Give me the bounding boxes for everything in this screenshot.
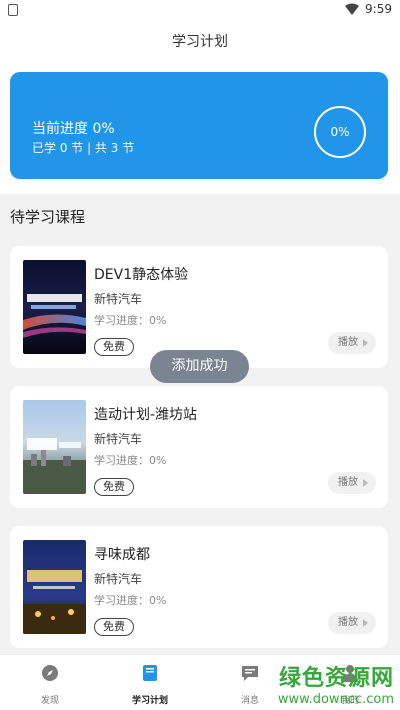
chat-icon <box>242 666 258 681</box>
course-thumbnail <box>23 260 86 354</box>
progress-card: 当前进度 0% 已学 0 节 | 共 3 节 0% <box>10 72 388 179</box>
progress-ring-label: 0% <box>330 125 350 139</box>
play-icon <box>363 619 368 627</box>
play-label: 播放 <box>338 337 358 348</box>
progress-area: 当前进度 0% 已学 0 节 | 共 3 节 0% <box>0 62 400 194</box>
play-button[interactable]: 播放 <box>328 332 376 354</box>
course-author: 新特汽车 <box>94 292 143 306</box>
book-icon <box>143 665 157 681</box>
tab-label: 学习计划 <box>131 696 168 706</box>
play-label: 播放 <box>338 617 358 628</box>
play-label: 播放 <box>338 477 358 488</box>
status-bar: 9:59 <box>0 0 400 22</box>
course-card[interactable]: 寻味成都 新特汽车 学习进度：0% 免费 播放 <box>10 526 388 648</box>
course-author: 新特汽车 <box>94 572 143 586</box>
wifi-icon <box>345 3 360 15</box>
course-progress: 学习进度：0% <box>94 454 167 467</box>
watermark: 绿色资源网 www.downcc.com <box>278 660 394 707</box>
lessons-summary: 已学 0 节 | 共 3 节 <box>32 141 135 155</box>
current-progress-text: 当前进度 0% <box>32 121 115 137</box>
play-button[interactable]: 播放 <box>328 472 376 494</box>
course-thumbnail <box>23 540 86 634</box>
notification-icon <box>8 4 18 16</box>
play-icon <box>363 339 368 347</box>
free-badge: 免费 <box>94 478 134 496</box>
status-right: 9:59 <box>345 2 392 16</box>
play-icon <box>363 479 368 487</box>
course-title: 寻味成都 <box>94 547 150 563</box>
tab-study-plan[interactable]: 学习计划 <box>100 655 200 710</box>
watermark-title: 绿色资源网 <box>278 666 394 691</box>
play-button[interactable]: 播放 <box>328 612 376 634</box>
compass-icon <box>42 665 58 681</box>
course-author: 新特汽车 <box>94 432 143 446</box>
course-progress: 学习进度：0% <box>94 594 167 607</box>
free-badge: 免费 <box>94 618 134 636</box>
page-title: 学习计划 <box>0 22 400 62</box>
free-badge: 免费 <box>94 338 134 356</box>
tab-label: 发现 <box>40 696 59 706</box>
course-title: DEV1静态体验 <box>94 267 189 283</box>
course-progress: 学习进度：0% <box>94 314 167 327</box>
course-card[interactable]: 造动计划-潍坊站 新特汽车 学习进度：0% 免费 播放 <box>10 386 388 508</box>
section-title: 待学习课程 <box>10 208 86 226</box>
course-title: 造动计划-潍坊站 <box>94 407 198 423</box>
progress-ring: 0% <box>314 106 366 158</box>
toast-message: 添加成功 <box>150 350 249 383</box>
course-thumbnail <box>23 400 86 494</box>
status-time: 9:59 <box>365 2 392 16</box>
tab-discover[interactable]: 发现 <box>0 655 100 710</box>
watermark-url: www.downcc.com <box>277 692 394 707</box>
